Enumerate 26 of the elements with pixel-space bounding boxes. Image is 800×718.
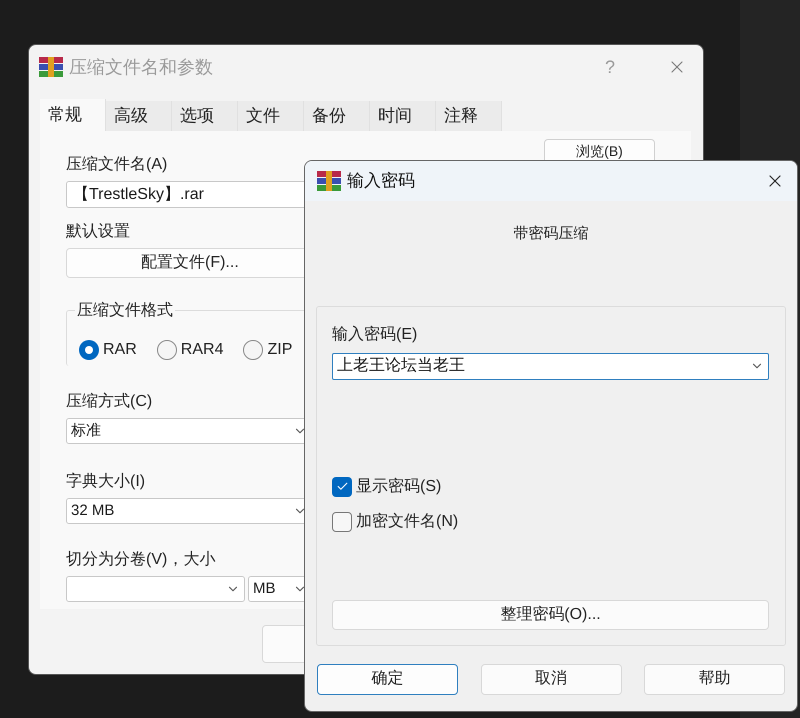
tab[interactable]: 高级 (106, 101, 172, 131)
field-label: 切分为分卷(V)，大小 (66, 550, 216, 570)
dialog-title: 输入密码 (347, 170, 415, 192)
tab[interactable]: 备份 (304, 101, 370, 131)
dialog-button[interactable]: 取消 (480, 664, 622, 694)
checkbox-option[interactable]: 加密文件名(N) (332, 510, 458, 534)
window-title: 压缩文件名和参数 (69, 56, 213, 78)
tab[interactable]: 时间 (370, 101, 436, 131)
tab[interactable]: 注释 (436, 101, 502, 131)
checkbox-option[interactable]: 显示密码(S) (332, 474, 442, 498)
tab[interactable]: 选项 (172, 101, 238, 131)
radio-option[interactable]: ZIP (243, 338, 292, 362)
section-label: 默认设置 (66, 222, 130, 242)
dialog-button[interactable]: 确定 (317, 664, 458, 694)
field-label: 压缩方式(C) (66, 392, 152, 412)
field-label: 压缩文件名(A) (66, 154, 168, 175)
field-label: 字典大小(I) (66, 472, 146, 492)
password-field[interactable]: 上老王论坛当老王 (332, 352, 769, 380)
field-label: 输入密码(E) (332, 324, 418, 344)
organize-passwords-button[interactable]: 整理密码(O)... (332, 600, 769, 630)
tab[interactable]: 常规 (40, 99, 106, 131)
dialog-heading: 带密码压缩 (514, 224, 588, 244)
tab[interactable]: 文件 (238, 101, 304, 131)
radio-option[interactable]: RAR4 (156, 338, 224, 362)
radio-option[interactable]: RAR (79, 338, 137, 362)
dialog-button[interactable]: 帮助 (644, 664, 785, 694)
